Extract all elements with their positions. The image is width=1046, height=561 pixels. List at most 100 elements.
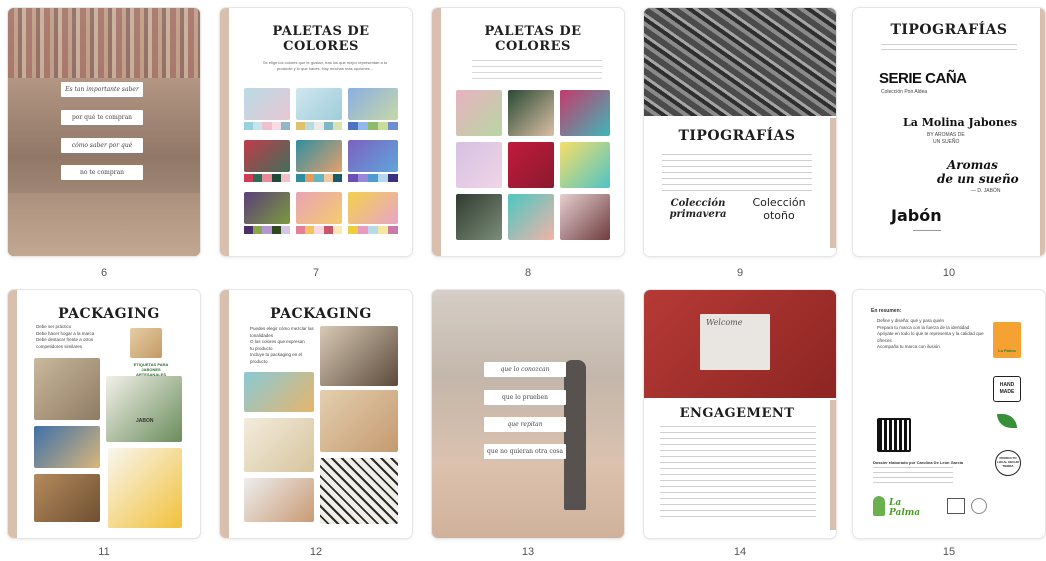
palette-photo: [296, 140, 342, 172]
bullet-item: Apóyate en todo lo que te representa y l…: [877, 331, 984, 343]
soap-stack-photo: [34, 426, 100, 468]
page-sidebar: [220, 8, 229, 256]
page-side-tab: [830, 400, 836, 530]
font-sample-condensed: SERIE CAÑA: [879, 70, 967, 87]
page-number: 10: [942, 267, 956, 279]
page-title: ENGAGEMENT: [679, 406, 795, 421]
credit-text: Dossier elaborado por Carolina De León G…: [873, 460, 964, 465]
page-title: TIPOGRAFÍAS: [678, 128, 796, 144]
page-side-tab: [1040, 8, 1045, 256]
bullet-list: Define y diseña: qué y para quién Prepar…: [877, 318, 985, 351]
bullet-item: Acompaña tu marca con ilusión: [877, 344, 940, 349]
page-sidebar: [8, 290, 17, 538]
page-number: 7: [312, 267, 320, 279]
page-number: 6: [100, 267, 108, 279]
page-thumbnail-6[interactable]: Es tan importante saber por qué te compr…: [8, 8, 200, 256]
font-sample-line: primavera: [669, 209, 727, 220]
body-text-lines: [662, 154, 812, 192]
partner-logo: [971, 498, 987, 514]
font-sample-script: de un sueño: [937, 172, 1019, 186]
palette-photo: [456, 90, 502, 136]
page-number: 9: [736, 267, 744, 279]
page-sidebar: [220, 290, 229, 538]
page-thumbnail-9[interactable]: TIPOGRAFÍAS Colección primavera Colecció…: [644, 8, 836, 256]
palette-swatches: [348, 174, 398, 182]
summary-heading: En resumen:: [871, 308, 902, 314]
kraft-box-photo: [34, 474, 100, 522]
soap-boxes-photo: [244, 478, 314, 522]
handmade-soap-photo: [34, 358, 100, 420]
overlay-text-box: por qué te compran: [61, 110, 143, 125]
leaf-icon: [997, 414, 1017, 428]
overlay-text-box: cómo saber por qué: [61, 138, 143, 153]
palette-photo: [508, 142, 554, 188]
overlay-text-box: no te compran: [61, 165, 143, 180]
page-thumbnail-8[interactable]: PALETAS DE COLORES: [432, 8, 624, 256]
page-number: 13: [521, 546, 535, 558]
palette-photo: [456, 142, 502, 188]
colorful-soap-photo: [244, 372, 314, 412]
font-sample-line: Colección: [752, 196, 806, 209]
font-sample-script: Aromas: [947, 158, 998, 172]
badge-text: La Palma: [998, 348, 1016, 353]
palette-photo: [508, 194, 554, 240]
font-sample-sans: Colección otoño: [740, 196, 818, 222]
palette-swatches: [296, 174, 343, 182]
la-palma-logo: La Palma: [873, 496, 933, 518]
palette-photo: [348, 88, 398, 120]
soap-package-photo: [320, 326, 398, 386]
botanical-wrap-photo: [320, 458, 398, 524]
palette-photo: [508, 90, 554, 136]
bullet-item: competidores similares: [36, 343, 83, 349]
stamp-text: HAND: [999, 382, 1015, 388]
page-thumbnail-14[interactable]: Welcome ENGAGEMENT: [644, 290, 836, 538]
overlay-text-box: que lo conozcan: [484, 362, 566, 377]
page-thumbnail-10[interactable]: TIPOGRAFÍAS SERIE CAÑA Colección Pon Ald…: [853, 8, 1045, 256]
soap-bar-photo: [130, 328, 162, 358]
font-sample-caption: UN SUEÑO: [933, 139, 960, 145]
page-thumbnail-11[interactable]: PACKAGING Debe ser práctico Debe hacer h…: [8, 290, 200, 538]
palette-swatches: [296, 226, 343, 234]
page-side-tab: [830, 118, 836, 248]
palette-swatches: [244, 122, 291, 130]
soap-box-photo: [106, 376, 182, 442]
logo-text: La Palma: [889, 498, 921, 518]
page-thumbnail-15[interactable]: En resumen: Define y diseña: qué y para …: [853, 290, 1045, 538]
page-title: TIPOGRAFÍAS: [890, 22, 1008, 38]
yellow-soap-box-photo: [108, 448, 182, 528]
page-thumbnail-13[interactable]: que lo conozcan que lo prueben que repit…: [432, 290, 624, 538]
qr-code-icon: [877, 418, 911, 452]
page-title: COLORES: [283, 39, 359, 54]
palette-photo: [296, 88, 342, 120]
bullet-item: producto: [250, 358, 268, 364]
seal-text: PRODUCTO LOCAL HECHO TIERRA: [997, 456, 1019, 468]
palette-photo: [244, 140, 290, 172]
overlay-text-box: que no quieran otra cosa: [484, 444, 566, 459]
page-thumbnail-12[interactable]: PACKAGING Puedes elegir cómo mezclar las…: [220, 290, 412, 538]
palette-photo: [560, 194, 610, 240]
font-sample-caption: — D. JABÓN: [971, 188, 1001, 194]
page-thumbnail-7[interactable]: PALETAS DE COLORES Se elige los colores …: [220, 8, 412, 256]
overlay-text-box: que lo prueben: [484, 390, 566, 405]
type-blocks-photo: [644, 8, 836, 116]
page-number: 14: [733, 546, 747, 558]
palette-photo: [244, 88, 290, 120]
page-title: COLORES: [495, 39, 571, 54]
palette-photo: [244, 192, 290, 224]
font-sample-line: Colección: [670, 198, 726, 209]
welcome-card-text: Welcome: [706, 318, 743, 327]
intro-text-lines: [472, 60, 602, 82]
overlay-text-box: Es tan importante saber: [61, 82, 143, 97]
font-sample-serif: La Molina Jabones: [903, 116, 1018, 129]
palette-swatches: [348, 226, 398, 234]
font-sample-caption-line: [913, 230, 941, 231]
font-sample-script: Colección primavera: [662, 198, 734, 220]
photo-overlay: [8, 8, 200, 256]
bullet-list: Debe ser práctico Debe hacer hogar a la …: [36, 324, 116, 350]
bullet-list: Puedes elegir cómo mezclar las tonalidad…: [250, 326, 320, 365]
intro-text-lines: [881, 44, 1017, 54]
font-sample-bold: Jabón: [891, 206, 942, 225]
page-number: 12: [309, 546, 323, 558]
page-number: 8: [524, 267, 532, 279]
palette-photo: [456, 194, 502, 240]
